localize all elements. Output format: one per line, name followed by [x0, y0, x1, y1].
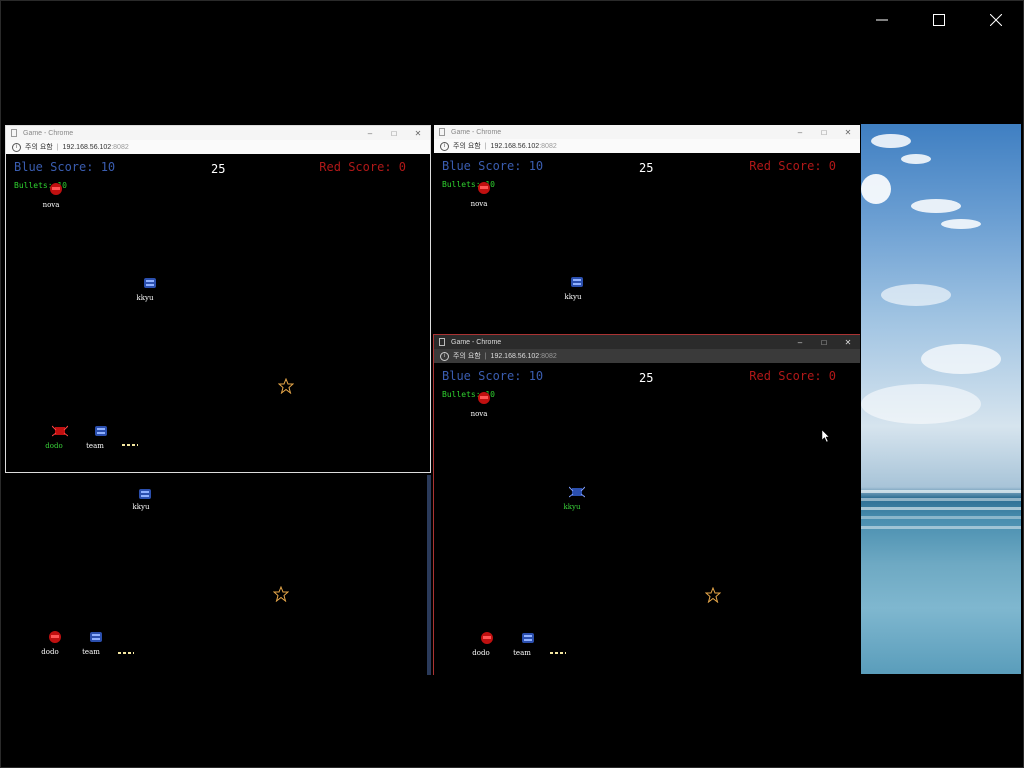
separator: |	[56, 143, 59, 151]
security-label: 주의 요함	[453, 143, 481, 150]
player-name-nova: nova	[470, 200, 488, 208]
player-name-nova: nova	[42, 201, 60, 209]
bullet	[550, 652, 566, 654]
player-name-kkyu: kkyu	[564, 293, 582, 301]
close-button[interactable]: ✕	[836, 335, 860, 349]
minimize-button[interactable]: –	[358, 126, 382, 140]
title-bar[interactable]: Game - Chrome – □ ✕	[434, 335, 860, 349]
minimize-button[interactable]	[853, 0, 910, 40]
player-name-team: team	[86, 442, 104, 450]
page-icon	[439, 338, 445, 346]
player-name-kkyu: kkyu	[132, 503, 150, 511]
player-name-dodo: dodo	[45, 442, 63, 450]
maximize-icon	[932, 14, 945, 26]
player-name-dodo: dodo	[41, 648, 59, 656]
address-bar[interactable]: i 주의 요함 | 192.168.56.102:8082	[434, 349, 860, 363]
maximize-button[interactable]: □	[382, 126, 406, 140]
address-bar[interactable]: i 주의 요함 | 192.168.56.102:8082	[6, 140, 430, 154]
maximize-button[interactable]: □	[812, 125, 836, 139]
window-title: Game - Chrome	[23, 129, 74, 137]
red-ship-nova	[478, 392, 490, 404]
blue-ship-kkyu	[144, 278, 156, 288]
page-icon	[439, 128, 445, 136]
security-label: 주의 요함	[453, 353, 481, 360]
title-bar[interactable]: Game - Chrome – □ ✕	[434, 125, 860, 139]
blue-score: Blue Score: 10	[14, 160, 116, 174]
minimize-icon	[875, 19, 888, 21]
timer: 25	[639, 371, 654, 385]
window-edge	[427, 475, 431, 675]
browser-window-right[interactable]: Game - Chrome – □ ✕ i 주의 요함 | 192.168.56…	[434, 125, 860, 335]
close-button[interactable]: ✕	[836, 125, 860, 139]
blue-ship-kkyu	[139, 489, 151, 499]
page-icon	[11, 129, 17, 137]
red-ship-dodo	[481, 632, 493, 644]
red-ship-nova	[50, 183, 62, 195]
blue-score: Blue Score: 10	[442, 369, 544, 383]
player-name-kkyu: kkyu	[563, 503, 581, 511]
blue-ship-team	[90, 632, 102, 642]
outer-window-controls	[853, 0, 1024, 40]
timer: 25	[211, 162, 226, 176]
security-label: 주의 요함	[25, 144, 53, 151]
browser-window-left[interactable]: Game - Chrome – □ ✕ i 주의 요함 | 192.168.56…	[5, 125, 431, 473]
maximize-button[interactable]	[910, 0, 967, 40]
close-button[interactable]	[967, 0, 1024, 40]
player-name-kkyu: kkyu	[136, 294, 154, 302]
window-title: Game - Chrome	[451, 338, 502, 346]
blue-score: Blue Score: 10	[442, 159, 544, 173]
url-host: 192.168.56.102	[490, 142, 540, 150]
separator: |	[484, 352, 487, 360]
minimize-button[interactable]: –	[788, 125, 812, 139]
game-canvas[interactable]: Blue Score: 10 25 Red Score: 0 Bullets: …	[6, 154, 430, 472]
url-host: 192.168.56.102	[62, 143, 112, 151]
player-name-team: team	[513, 649, 531, 657]
window-title: Game - Chrome	[451, 128, 502, 136]
red-score: Red Score: 0	[749, 159, 836, 173]
maximize-button[interactable]: □	[812, 335, 836, 349]
info-icon[interactable]: i	[440, 351, 449, 361]
info-icon[interactable]: i	[440, 141, 449, 151]
timer: 25	[639, 161, 654, 175]
star-icon	[278, 378, 294, 394]
game-canvas[interactable]: Blue Score: 10 25 Red Score: 0 Bullets: …	[434, 363, 860, 675]
separator: |	[484, 142, 487, 150]
player-name-dodo: dodo	[472, 649, 490, 657]
blue-ship-kkyu	[569, 486, 585, 498]
red-ship-dodo	[49, 631, 61, 643]
info-icon[interactable]: i	[12, 142, 21, 152]
url-port: :8082	[539, 352, 557, 360]
minimize-button[interactable]: –	[788, 335, 812, 349]
close-button[interactable]: ✕	[406, 126, 430, 140]
blue-ship-kkyu	[571, 277, 583, 287]
address-bar[interactable]: i 주의 요함 | 192.168.56.102:8082	[434, 139, 860, 153]
url-port: :8082	[539, 142, 557, 150]
url-host: 192.168.56.102	[490, 352, 540, 360]
bullet	[118, 652, 134, 654]
blue-ship-team	[95, 426, 107, 436]
bullet	[122, 444, 138, 446]
star-icon	[273, 586, 289, 602]
star-icon	[705, 587, 721, 603]
player-name-nova: nova	[470, 410, 488, 418]
desktop-wallpaper	[861, 124, 1021, 674]
browser-window-active[interactable]: Game - Chrome – □ ✕ i 주의 요함 | 192.168.56…	[433, 334, 860, 675]
red-ship-dodo	[52, 425, 68, 437]
close-icon	[989, 14, 1002, 26]
red-score: Red Score: 0	[319, 160, 406, 174]
red-score: Red Score: 0	[749, 369, 836, 383]
player-name-team: team	[82, 648, 100, 656]
game-canvas[interactable]: Blue Score: 10 25 Red Score: 0 Bullets: …	[434, 153, 860, 335]
url-port: :8082	[111, 143, 129, 151]
title-bar[interactable]: Game - Chrome – □ ✕	[6, 126, 430, 140]
mouse-cursor-icon	[822, 430, 830, 442]
red-ship-nova	[478, 182, 490, 194]
blue-ship-team	[522, 633, 534, 643]
